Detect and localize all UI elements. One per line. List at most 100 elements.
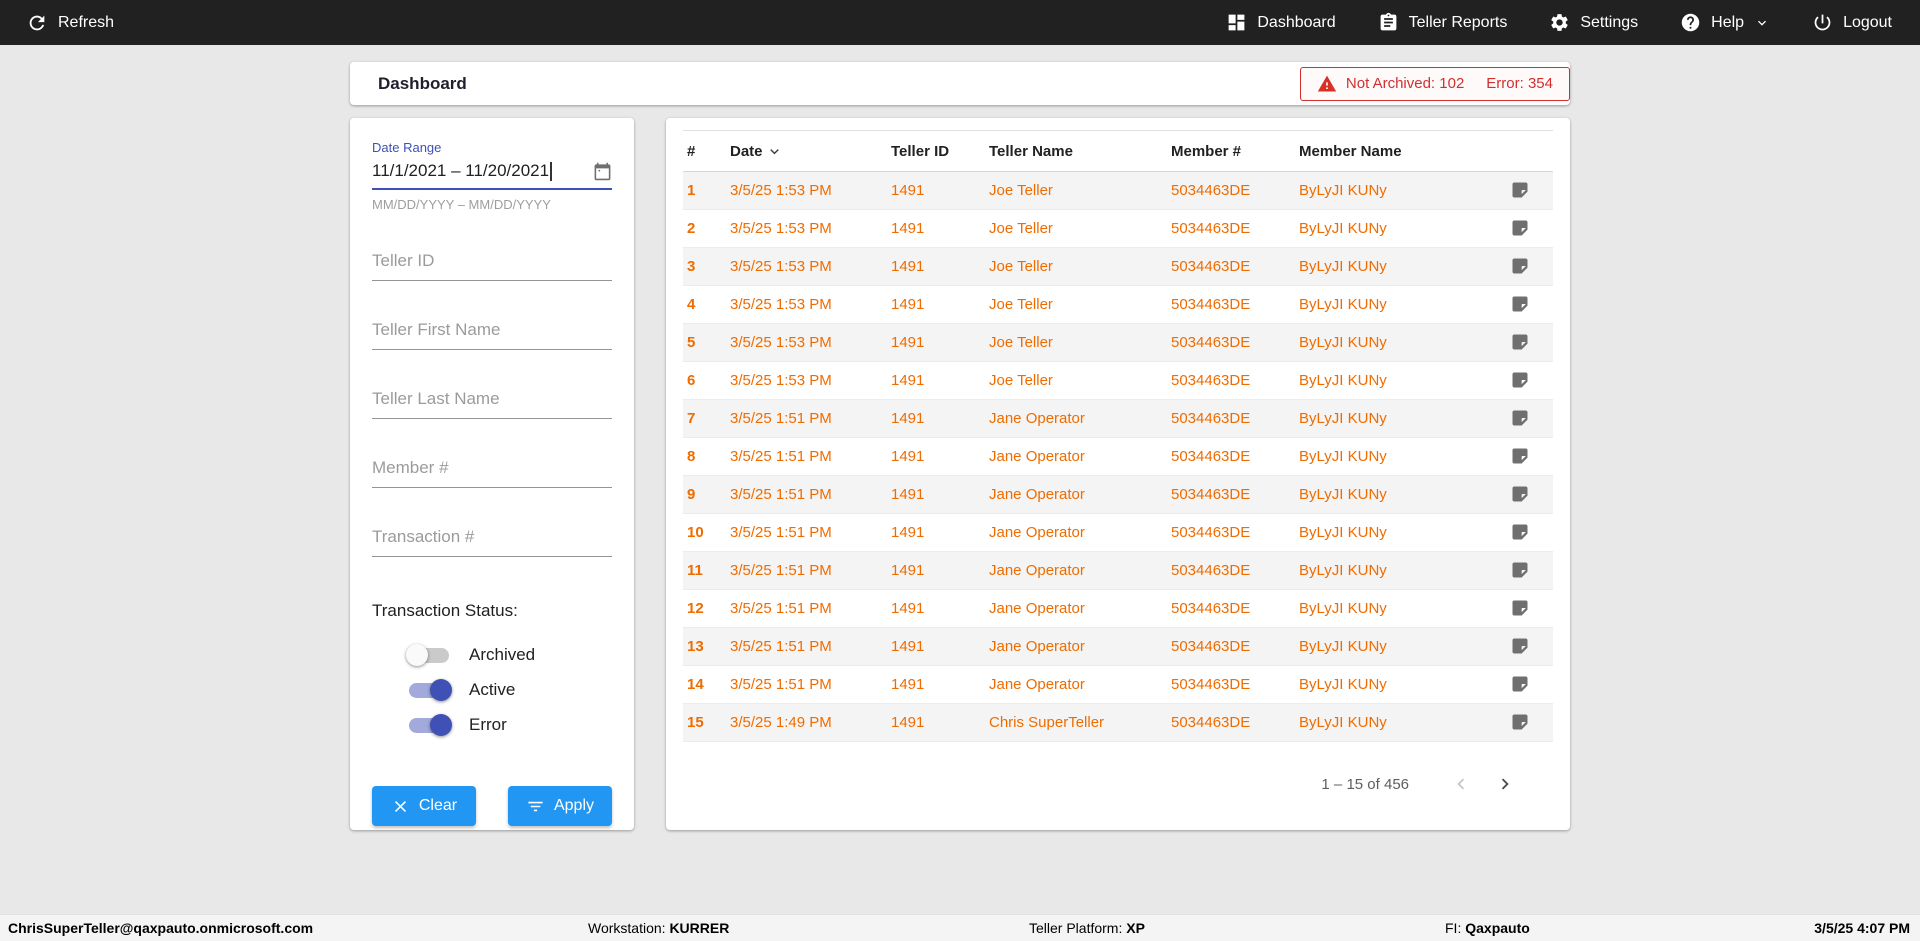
note-icon[interactable] <box>1508 482 1532 506</box>
table-row[interactable]: 9 3/5/25 1:51 PM 1491 Jane Operator 5034… <box>683 475 1553 514</box>
column-header-num: # <box>683 130 726 172</box>
pagination-range: 1 – 15 of 456 <box>1321 775 1409 793</box>
nav-help[interactable]: Help <box>1680 12 1770 33</box>
table-header-row: # Date Teller ID Teller Name Member # Me… <box>683 130 1553 172</box>
refresh-button[interactable]: Refresh <box>26 12 114 34</box>
toggle-row-error: Error <box>372 707 612 742</box>
date-range-field: Date Range 11/1/2021 – 11/20/2021 MM/DD/… <box>372 140 612 212</box>
table-row[interactable]: 14 3/5/25 1:51 PM 1491 Jane Operator 503… <box>683 665 1553 704</box>
cell-num: 12 <box>683 589 726 628</box>
note-icon[interactable] <box>1508 406 1532 430</box>
table-row[interactable]: 10 3/5/25 1:51 PM 1491 Jane Operator 503… <box>683 513 1553 552</box>
cell-actions <box>1489 703 1553 742</box>
apply-button[interactable]: Apply <box>508 786 612 826</box>
table-row[interactable]: 12 3/5/25 1:51 PM 1491 Jane Operator 503… <box>683 589 1553 628</box>
note-icon[interactable] <box>1508 254 1532 278</box>
teller-first-name-input[interactable] <box>372 316 612 350</box>
archived-toggle[interactable] <box>406 643 452 667</box>
cell-date: 3/5/25 1:53 PM <box>726 285 887 324</box>
cell-num: 6 <box>683 361 726 400</box>
table-row[interactable]: 3 3/5/25 1:53 PM 1491 Joe Teller 5034463… <box>683 247 1553 286</box>
teller-id-input[interactable] <box>372 247 612 281</box>
nav-settings[interactable]: Settings <box>1549 12 1638 33</box>
logout-label: Logout <box>1843 13 1892 31</box>
cell-actions <box>1489 361 1553 400</box>
cell-num: 11 <box>683 551 726 590</box>
note-icon[interactable] <box>1508 710 1532 734</box>
column-header-teller-id: Teller ID <box>887 130 985 172</box>
gear-icon <box>1549 12 1570 33</box>
not-archived-count: Not Archived: 102 <box>1345 75 1465 92</box>
note-icon[interactable] <box>1508 596 1532 620</box>
cell-member-name: ByLyJI KUNy <box>1295 323 1489 362</box>
cell-teller-id: 1491 <box>887 399 985 438</box>
cell-actions <box>1489 665 1553 704</box>
column-header-teller-name: Teller Name <box>985 130 1167 172</box>
logged-in-user: ChrisSuperTeller@qaxpauto.onmicrosoft.co… <box>8 920 314 936</box>
table-row[interactable]: 15 3/5/25 1:49 PM 1491 Chris SuperTeller… <box>683 703 1553 742</box>
dashboard-icon <box>1226 12 1247 33</box>
table-row[interactable]: 1 3/5/25 1:53 PM 1491 Joe Teller 5034463… <box>683 171 1553 210</box>
cell-num: 9 <box>683 475 726 514</box>
table-row[interactable]: 7 3/5/25 1:51 PM 1491 Jane Operator 5034… <box>683 399 1553 438</box>
table-row[interactable]: 4 3/5/25 1:53 PM 1491 Joe Teller 5034463… <box>683 285 1553 324</box>
cell-teller-id: 1491 <box>887 665 985 704</box>
note-icon[interactable] <box>1508 368 1532 392</box>
member-number-input[interactable] <box>372 454 612 488</box>
note-icon[interactable] <box>1508 444 1532 468</box>
cell-num: 4 <box>683 285 726 324</box>
cell-teller-name: Jane Operator <box>985 437 1167 476</box>
cell-teller-id: 1491 <box>887 551 985 590</box>
table-row[interactable]: 8 3/5/25 1:51 PM 1491 Jane Operator 5034… <box>683 437 1553 476</box>
pagination: 1 – 15 of 456 <box>683 742 1553 830</box>
table-row[interactable]: 13 3/5/25 1:51 PM 1491 Jane Operator 503… <box>683 627 1553 666</box>
fi-info: FI: Qaxpauto <box>1445 920 1530 936</box>
table-row[interactable]: 6 3/5/25 1:53 PM 1491 Joe Teller 5034463… <box>683 361 1553 400</box>
table-row[interactable]: 11 3/5/25 1:51 PM 1491 Jane Operator 503… <box>683 551 1553 590</box>
nav-dashboard[interactable]: Dashboard <box>1226 12 1336 33</box>
cell-teller-name: Jane Operator <box>985 665 1167 704</box>
note-icon[interactable] <box>1508 330 1532 354</box>
cell-actions <box>1489 247 1553 286</box>
note-icon[interactable] <box>1508 216 1532 240</box>
error-toggle[interactable] <box>406 713 452 737</box>
main-content: Dashboard Not Archived: 102 Error: 354 D… <box>350 62 1570 830</box>
clear-button-label: Clear <box>418 797 458 814</box>
close-icon <box>391 797 410 816</box>
cell-teller-id: 1491 <box>887 285 985 324</box>
column-header-date[interactable]: Date <box>726 130 887 172</box>
note-icon[interactable] <box>1508 672 1532 696</box>
cell-date: 3/5/25 1:51 PM <box>726 627 887 666</box>
table-row[interactable]: 2 3/5/25 1:53 PM 1491 Joe Teller 5034463… <box>683 209 1553 248</box>
note-icon[interactable] <box>1508 520 1532 544</box>
error-toggle-label: Error <box>469 714 507 734</box>
cell-member-name: ByLyJI KUNy <box>1295 247 1489 286</box>
cell-member: 5034463DE <box>1167 399 1295 438</box>
next-page-button[interactable] <box>1483 762 1527 806</box>
active-toggle[interactable] <box>406 678 452 702</box>
table-row[interactable]: 5 3/5/25 1:53 PM 1491 Joe Teller 5034463… <box>683 323 1553 362</box>
transaction-status-label: Transaction Status: <box>372 601 518 620</box>
logout-button[interactable]: Logout <box>1812 12 1892 33</box>
cell-member: 5034463DE <box>1167 589 1295 628</box>
cell-member: 5034463DE <box>1167 361 1295 400</box>
note-icon[interactable] <box>1508 558 1532 582</box>
cell-num: 2 <box>683 209 726 248</box>
nav-teller-reports[interactable]: Teller Reports <box>1378 12 1507 33</box>
cell-teller-id: 1491 <box>887 323 985 362</box>
note-icon[interactable] <box>1508 292 1532 316</box>
date-range-value: 11/1/2021 – 11/20/2021 <box>372 161 550 180</box>
nav-help-label: Help <box>1711 13 1745 31</box>
cell-teller-id: 1491 <box>887 627 985 666</box>
cell-teller-name: Jane Operator <box>985 399 1167 438</box>
transaction-number-input[interactable] <box>372 523 612 557</box>
note-icon[interactable] <box>1508 634 1532 658</box>
teller-last-name-input[interactable] <box>372 385 612 419</box>
cell-member-name: ByLyJI KUNy <box>1295 513 1489 552</box>
note-icon[interactable] <box>1508 178 1532 202</box>
calendar-icon[interactable] <box>593 162 612 181</box>
cell-teller-id: 1491 <box>887 361 985 400</box>
clear-button[interactable]: Clear <box>372 786 476 826</box>
toggle-row-active: Active <box>372 672 612 707</box>
date-range-input[interactable]: 11/1/2021 – 11/20/2021 <box>372 161 612 190</box>
